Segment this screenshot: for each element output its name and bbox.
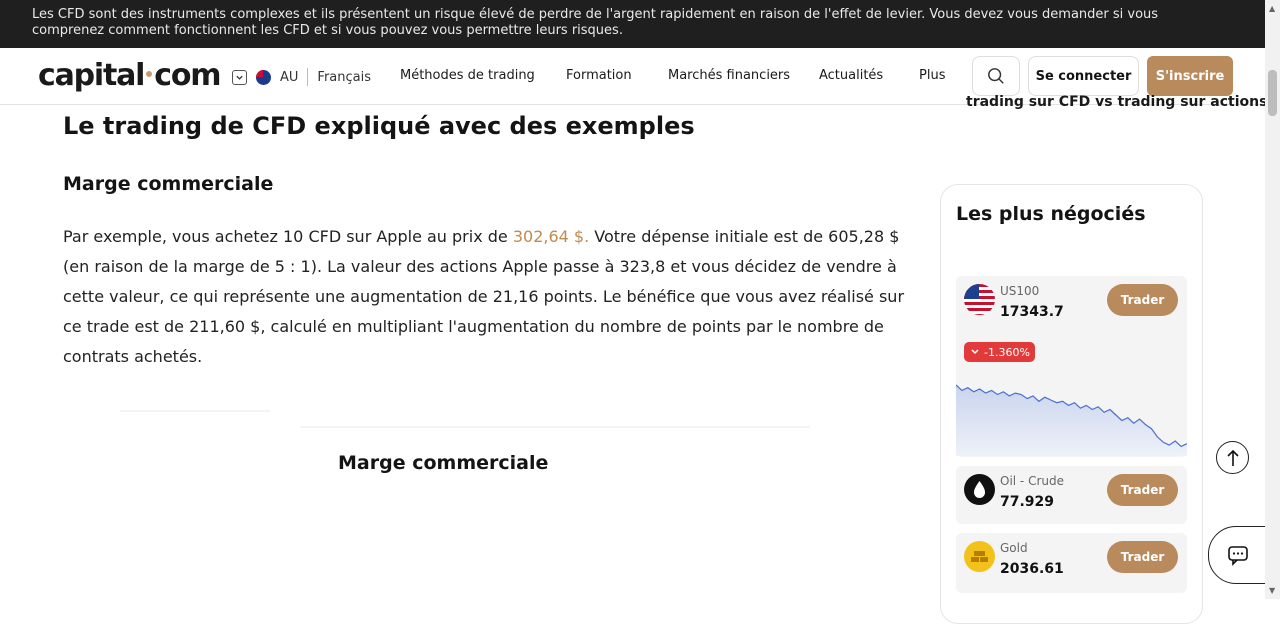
instrument-name: Gold	[1000, 541, 1028, 555]
instrument-name: US100	[1000, 284, 1040, 298]
risk-warning-banner: Les CFD sont des instruments complexes e…	[0, 0, 1265, 48]
instrument-card-gold[interactable]: Gold 2036.61 Trader	[956, 533, 1187, 593]
us-flag-icon	[964, 284, 995, 315]
instrument-price: 17343.7	[1000, 304, 1064, 320]
oil-drop-icon	[964, 474, 995, 505]
region-code[interactable]: AU	[280, 70, 298, 85]
logo-dot	[146, 71, 153, 77]
toc-item[interactable]: trading sur CFD vs trading sur actions	[966, 93, 1267, 111]
capital-com-logo[interactable]: capital com	[38, 58, 222, 93]
instrument-price: 77.929	[1000, 494, 1055, 510]
trade-button[interactable]: Trader	[1107, 541, 1178, 573]
illustration-line	[300, 426, 810, 428]
scroll-up-arrow[interactable]: ▲	[1269, 4, 1275, 13]
article-section-title: Le trading de CFD expliqué avec des exem…	[63, 112, 695, 140]
instrument-price: 2036.61	[1000, 561, 1064, 577]
risk-warning-text: Les CFD sont des instruments complexes e…	[32, 7, 1159, 38]
nav-markets[interactable]: Marchés financiers	[668, 68, 790, 83]
trade-button[interactable]: Trader	[1107, 474, 1178, 506]
signup-button[interactable]: S'inscrire	[1147, 56, 1233, 96]
scroll-down-arrow[interactable]: ▼	[1269, 586, 1275, 595]
illustration-title: Marge commerciale	[338, 452, 549, 474]
logo-text-left: capital	[38, 58, 145, 93]
scrollbar-thumb[interactable]	[1268, 70, 1277, 116]
chevron-down-icon[interactable]	[232, 69, 247, 85]
nav-more[interactable]: Plus	[919, 68, 945, 83]
article-paragraph: Par exemple, vous achetez 10 CFD sur App…	[63, 222, 908, 372]
article-subtitle: Marge commerciale	[63, 173, 274, 195]
logo-text-right: com	[154, 58, 221, 93]
sparkline-area	[956, 384, 1187, 456]
instrument-card-oil[interactable]: Oil - Crude 77.929 Trader	[956, 466, 1187, 524]
article-content: Le trading de CFD expliqué avec des exem…	[63, 112, 908, 372]
chat-button[interactable]	[1208, 526, 1268, 584]
most-traded-widget: Les plus négociés US100 17343.7 Trader -…	[940, 184, 1203, 624]
illustration-line	[120, 410, 270, 412]
arrow-up-icon	[1226, 449, 1239, 466]
paragraph-text-end: Votre dépense initiale est de 605,28 $ (…	[63, 227, 905, 366]
paragraph-text-start: Par exemple, vous achetez 10 CFD sur App…	[63, 227, 513, 246]
page-scrollbar[interactable]: ▲ ▼	[1265, 0, 1280, 599]
language-selector[interactable]: Français	[317, 70, 371, 85]
chat-icon	[1228, 546, 1248, 566]
gold-bars-icon	[964, 541, 995, 572]
instrument-card-us100[interactable]: US100 17343.7 Trader -1.360%	[956, 276, 1187, 457]
price-sparkline	[956, 384, 1187, 456]
change-badge: -1.360%	[964, 342, 1035, 362]
search-icon	[988, 68, 1004, 84]
widget-title: Les plus négociés	[956, 203, 1146, 225]
nav-trading-methods[interactable]: Méthodes de trading	[400, 68, 535, 83]
nav-education[interactable]: Formation	[566, 68, 632, 83]
search-button[interactable]	[972, 56, 1020, 96]
instrument-name: Oil - Crude	[1000, 474, 1064, 488]
change-value: -1.360%	[984, 345, 1030, 359]
divider	[307, 68, 309, 86]
australia-flag-icon	[256, 69, 271, 85]
chevron-down-icon	[971, 349, 979, 355]
scroll-to-top-button[interactable]	[1216, 441, 1249, 474]
trade-button[interactable]: Trader	[1107, 284, 1178, 316]
nav-news[interactable]: Actualités	[819, 68, 883, 83]
login-button[interactable]: Se connecter	[1028, 56, 1139, 96]
region-selector[interactable]: AU Français	[232, 68, 371, 86]
apple-price-link[interactable]: 302,64 $.	[513, 227, 589, 246]
